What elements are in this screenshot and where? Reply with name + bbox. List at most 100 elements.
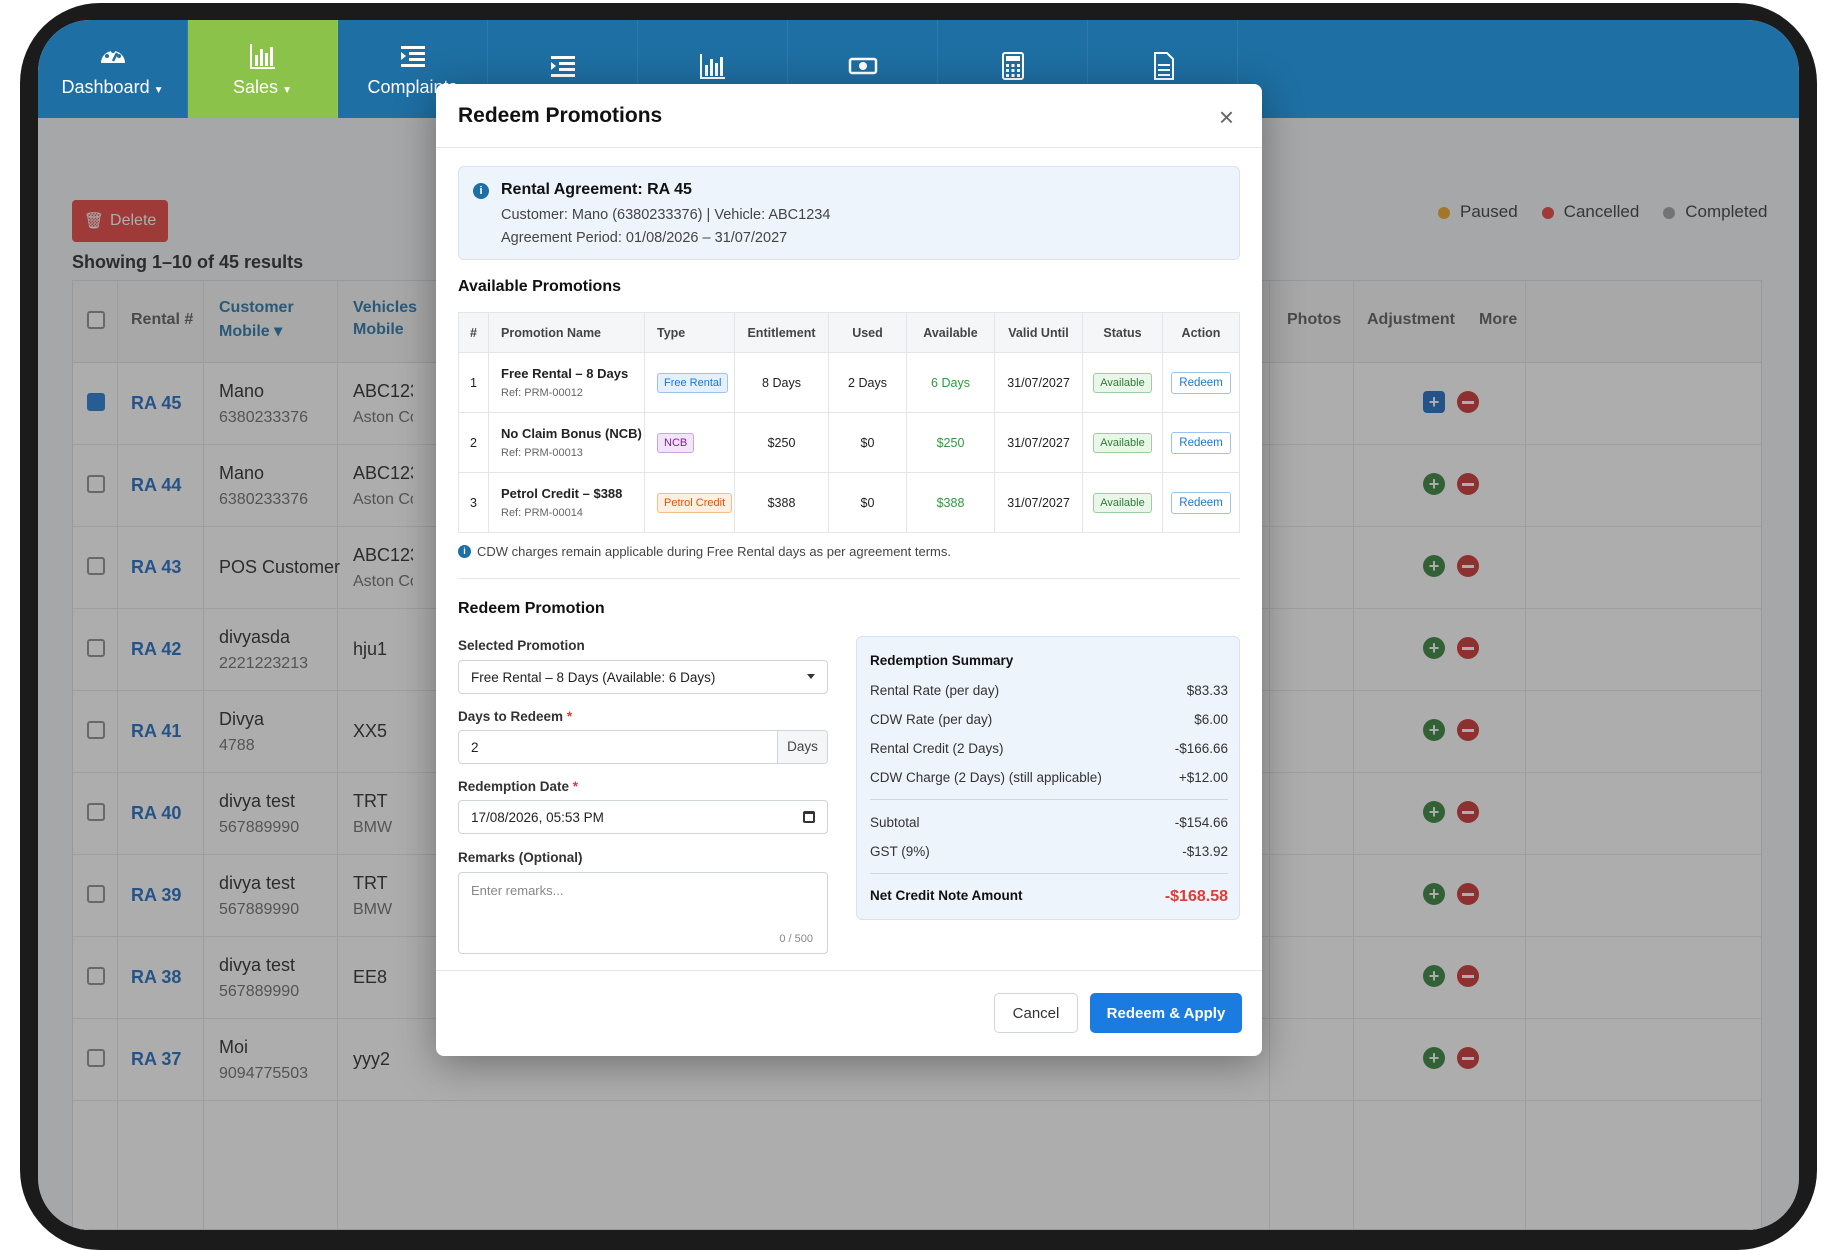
th-available: Available [906,312,995,353]
redeem-button[interactable]: Redeem [1171,491,1231,514]
promotions-table-header: # Promotion Name Type Entitlement Used A… [458,312,1240,353]
remarks-placeholder: Enter remarks... [471,883,564,898]
promo-name-cell: Free Rental – 8 Days Ref: PRM-00012 [488,352,645,413]
selected-promotion-value: Free Rental – 8 Days (Available: 6 Days) [471,670,716,685]
th-type: Type [644,312,735,353]
cancel-button[interactable]: Cancel [994,993,1078,1033]
th-used: Used [828,312,907,353]
promo-action-cell: Redeem [1162,412,1240,473]
document-icon [1153,52,1174,80]
promo-valid-until: 31/07/2027 [994,352,1083,413]
days-to-redeem-label: Days to Redeem * [458,709,573,724]
redeem-promotions-modal: Redeem Promotions × i Rental Agreement: … [436,84,1262,1056]
days-to-redeem-input[interactable]: 2 [458,730,778,764]
promo-num: 3 [458,472,489,533]
agreement-customer: Customer: Mano (6380233376) | Vehicle: A… [501,207,831,223]
promo-valid-until: 31/07/2027 [994,412,1083,473]
redeem-button[interactable]: Redeem [1171,371,1231,394]
promo-entitlement: $250 [734,412,829,473]
promo-status-cell: Available [1082,352,1163,413]
chevron-down-icon: ▼ [282,84,292,96]
table-row: 1 Free Rental – 8 Days Ref: PRM-00012 Fre… [458,352,1240,413]
nav-dashboard[interactable]: Dashboard ▼ [38,20,188,118]
bar-chart-icon [249,43,275,69]
redemption-date-label: Redemption Date * [458,779,579,794]
bar-chart-icon [699,54,725,79]
promo-available: $250 [906,412,995,473]
promo-ref: Ref: PRM-00014 [501,507,583,519]
remarks-textarea[interactable]: Enter remarks... 0 / 500 [458,872,828,954]
promo-name: No Claim Bonus (NCB) [501,426,642,441]
agreement-period: Agreement Period: 01/08/2026 – 31/07/202… [501,230,788,246]
summary-net: Net Credit Note Amount -$168.58 [870,888,1228,905]
table-row: 2 No Claim Bonus (NCB) Ref: PRM-00013 NCB… [458,412,1240,473]
gauge-icon [100,48,125,63]
status-badge: Available [1093,432,1152,453]
remarks-label: Remarks (Optional) [458,850,583,865]
calendar-icon[interactable] [803,811,815,823]
chevron-down-icon [807,674,815,679]
promo-available: 6 Days [906,352,995,413]
selected-promotion-select[interactable]: Free Rental – 8 Days (Available: 6 Days) [458,660,828,694]
promo-type-cell: Petrol Credit [644,472,735,533]
redemption-date-input[interactable]: 17/08/2026, 05:53 PM [458,800,828,834]
promo-action-cell: Redeem [1162,472,1240,533]
summary-row-rental-credit: Rental Credit (2 Days) -$166.66 [870,741,1228,756]
divider [458,578,1240,579]
promo-name: Petrol Credit – $388 [501,486,623,501]
info-icon: i [473,183,489,199]
promo-num: 2 [458,412,489,473]
summary-gst: GST (9%) -$13.92 [870,844,1228,859]
promo-name-cell: Petrol Credit – $388 Ref: PRM-00014 [488,472,645,533]
app-screen: Dashboard ▼ Sales ▼ Complaints 🗑 Delete Sho… [38,20,1799,1230]
cdw-note: i CDW charges remain applicable during Fr… [458,544,951,559]
promo-name-cell: No Claim Bonus (NCB) Ref: PRM-00013 [488,412,645,473]
status-badge: Available [1093,492,1152,513]
redemption-summary: Redemption Summary Rental Rate (per day)… [856,636,1240,920]
summary-divider [870,873,1228,874]
promo-used: 2 Days [828,352,907,413]
summary-title: Redemption Summary [870,653,1014,668]
list-icon [400,45,425,67]
cdw-note-text: CDW charges remain applicable during Fre… [477,544,951,559]
promo-status-cell: Available [1082,412,1163,473]
promotions-table: # Promotion Name Type Entitlement Used A… [458,312,1240,533]
th-action: Action [1162,312,1240,353]
money-icon [848,57,877,75]
summary-divider [870,799,1228,800]
type-badge: NCB [657,432,695,453]
promo-action-cell: Redeem [1162,352,1240,413]
chevron-down-icon: ▼ [153,84,164,96]
remarks-counter: 0 / 500 [779,933,813,945]
available-promotions-title: Available Promotions [458,278,621,295]
summary-row-cdw-charge: CDW Charge (2 Days) (still applicable) +$… [870,770,1228,785]
type-badge: Petrol Credit [657,492,733,513]
promo-ref: Ref: PRM-00012 [501,387,583,399]
promo-valid-until: 31/07/2027 [994,472,1083,533]
agreement-info-box: i Rental Agreement: RA 45 Customer: Mano… [458,166,1240,260]
list-icon [550,56,575,77]
selected-promotion-label: Selected Promotion [458,638,585,653]
redeem-button[interactable]: Redeem [1171,431,1231,454]
th-status: Status [1082,312,1163,353]
nav-sales-label: Sales [233,76,279,97]
promo-used: $0 [828,472,907,533]
th-entitlement: Entitlement [734,312,829,353]
promo-status-cell: Available [1082,472,1163,533]
promo-available: $388 [906,472,995,533]
redemption-date-value: 17/08/2026, 05:53 PM [471,810,604,825]
th-name: Promotion Name [488,312,645,353]
promo-name: Free Rental – 8 Days [501,366,629,381]
modal-header: Redeem Promotions × [436,84,1262,148]
table-row: 3 Petrol Credit – $388 Ref: PRM-00014 Pet… [458,472,1240,533]
promo-entitlement: 8 Days [734,352,829,413]
summary-row-cdw-rate: CDW Rate (per day) $6.00 [870,712,1228,727]
redeem-apply-button[interactable]: Redeem & Apply [1090,993,1242,1033]
summary-row-rental-rate: Rental Rate (per day) $83.33 [870,683,1228,698]
promo-num: 1 [458,352,489,413]
promo-entitlement: $388 [734,472,829,533]
nav-dashboard-label: Dashboard [61,76,150,97]
close-icon[interactable]: × [1219,102,1234,133]
nav-sales[interactable]: Sales ▼ [188,20,338,118]
calculator-icon [1001,52,1024,80]
